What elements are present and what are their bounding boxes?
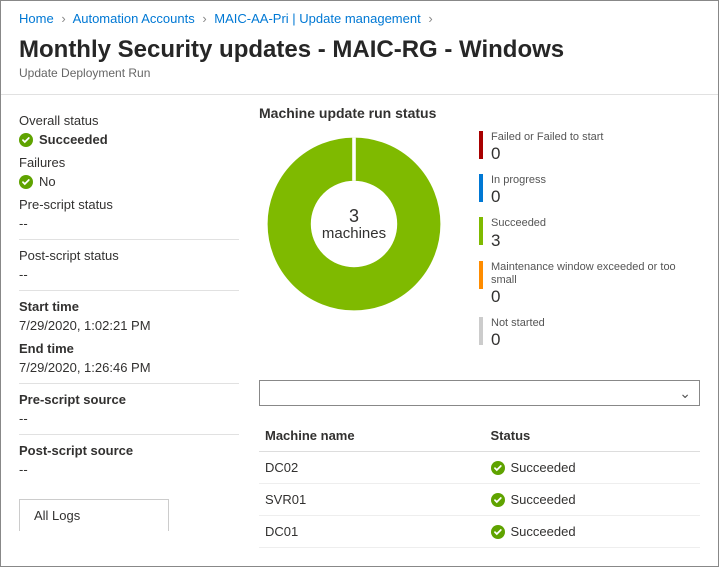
- status-cell: Succeeded: [511, 524, 576, 539]
- failures-label: Failures: [19, 155, 239, 170]
- machines-table: Machine name Status DC02 Succeeded SVR01: [259, 420, 700, 548]
- section-title: Machine update run status: [259, 105, 700, 121]
- check-circle-icon: [491, 461, 505, 475]
- legend-label: Succeeded: [491, 217, 546, 230]
- check-circle-icon: [19, 175, 33, 189]
- status-cell: Succeeded: [511, 492, 576, 507]
- legend-item-succeeded: Succeeded 3: [479, 217, 700, 250]
- pre-script-source-value: --: [19, 411, 239, 426]
- post-script-source-label: Post-script source: [19, 443, 239, 458]
- page-subtitle: Update Deployment Run: [19, 66, 700, 80]
- post-script-status-label: Post-script status: [19, 248, 239, 263]
- summary-pane: Overall status Succeeded Failures No Pre…: [19, 105, 239, 548]
- end-time-value: 7/29/2020, 1:26:46 PM: [19, 360, 239, 375]
- donut-count: 3: [322, 206, 386, 227]
- chevron-down-icon: ⌄: [679, 385, 691, 402]
- legend-item-not-started: Not started 0: [479, 317, 700, 350]
- donut-label: machines: [322, 225, 386, 242]
- chevron-right-icon: ›: [428, 11, 432, 26]
- donut-chart: 3 machines: [259, 129, 449, 319]
- divider: [19, 290, 239, 291]
- table-row[interactable]: DC01 Succeeded: [259, 516, 700, 548]
- title-block: Monthly Security updates - MAIC-RG - Win…: [1, 32, 718, 88]
- legend-value: 0: [491, 187, 546, 207]
- legend-color-icon: [479, 217, 483, 245]
- divider: [19, 239, 239, 240]
- chevron-right-icon: ›: [61, 11, 65, 26]
- status-cell: Succeeded: [511, 460, 576, 475]
- legend-value: 0: [491, 144, 604, 164]
- column-status[interactable]: Status: [485, 420, 700, 452]
- failures-value: No: [39, 174, 56, 189]
- chevron-right-icon: ›: [202, 11, 206, 26]
- legend-color-icon: [479, 261, 483, 289]
- divider: [19, 434, 239, 435]
- pre-script-status-label: Pre-script status: [19, 197, 239, 212]
- legend-color-icon: [479, 131, 483, 159]
- legend-color-icon: [479, 317, 483, 345]
- legend-item-in-progress: In progress 0: [479, 174, 700, 207]
- main-panel: Machine update run status 3 machines Fai…: [239, 105, 700, 548]
- overall-status-value: Succeeded: [39, 132, 108, 147]
- legend: Failed or Failed to start 0 In progress …: [479, 129, 700, 360]
- legend-color-icon: [479, 174, 483, 202]
- end-time-label: End time: [19, 341, 239, 356]
- table-row[interactable]: SVR01 Succeeded: [259, 484, 700, 516]
- check-circle-icon: [491, 525, 505, 539]
- legend-label: Maintenance window exceeded or too small: [491, 261, 700, 287]
- legend-item-maintenance: Maintenance window exceeded or too small…: [479, 261, 700, 307]
- breadcrumb-update-management[interactable]: MAIC-AA-Pri | Update management: [214, 11, 420, 26]
- column-machine-name[interactable]: Machine name: [259, 420, 485, 452]
- post-script-source-value: --: [19, 462, 239, 477]
- overall-status-label: Overall status: [19, 113, 239, 128]
- check-circle-icon: [491, 493, 505, 507]
- start-time-label: Start time: [19, 299, 239, 314]
- machine-name-cell: DC01: [259, 516, 485, 548]
- legend-label: Failed or Failed to start: [491, 131, 604, 144]
- check-circle-icon: [19, 133, 33, 147]
- pre-script-status-value: --: [19, 216, 239, 231]
- table-row[interactable]: DC02 Succeeded: [259, 452, 700, 484]
- post-script-status-value: --: [19, 267, 239, 282]
- filter-dropdown[interactable]: ⌄: [259, 380, 700, 406]
- machine-name-cell: DC02: [259, 452, 485, 484]
- pre-script-source-label: Pre-script source: [19, 392, 239, 407]
- page-title: Monthly Security updates - MAIC-RG - Win…: [19, 36, 700, 64]
- tab-all-logs[interactable]: All Logs: [19, 499, 169, 531]
- breadcrumb: Home › Automation Accounts › MAIC-AA-Pri…: [1, 1, 718, 32]
- divider: [19, 383, 239, 384]
- legend-label: Not started: [491, 317, 545, 330]
- legend-value: 0: [491, 287, 700, 307]
- legend-value: 3: [491, 231, 546, 251]
- machine-name-cell: SVR01: [259, 484, 485, 516]
- breadcrumb-home[interactable]: Home: [19, 11, 54, 26]
- breadcrumb-automation-accounts[interactable]: Automation Accounts: [73, 11, 195, 26]
- legend-item-failed: Failed or Failed to start 0: [479, 131, 700, 164]
- start-time-value: 7/29/2020, 1:02:21 PM: [19, 318, 239, 333]
- legend-label: In progress: [491, 174, 546, 187]
- legend-value: 0: [491, 330, 545, 350]
